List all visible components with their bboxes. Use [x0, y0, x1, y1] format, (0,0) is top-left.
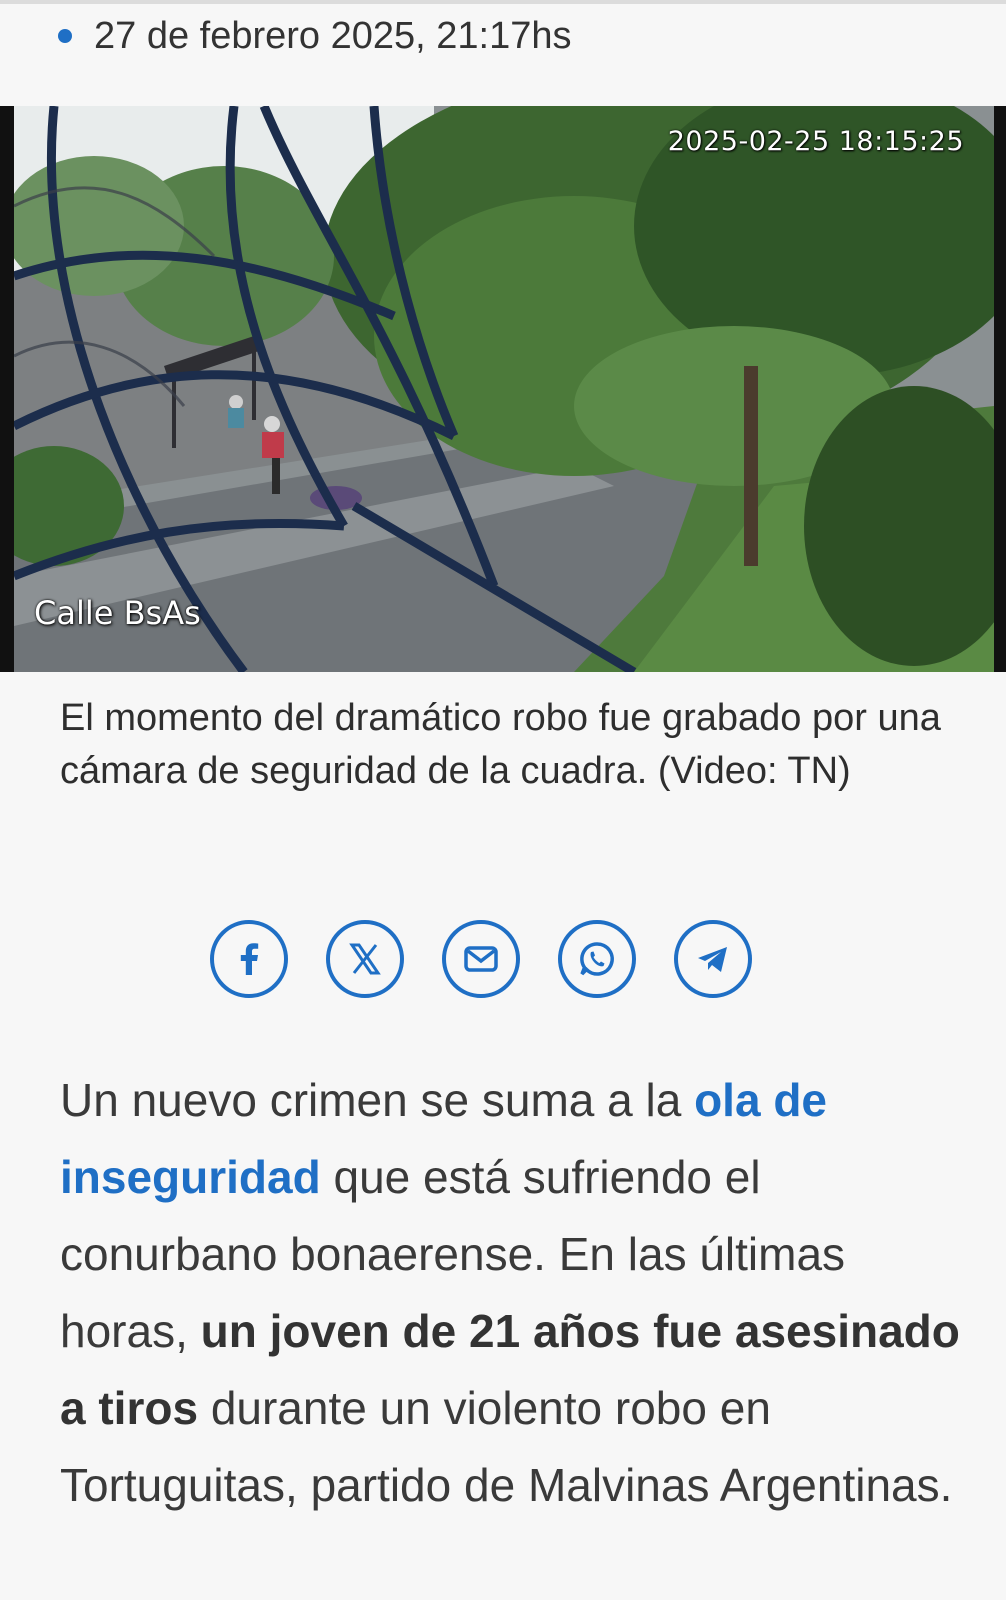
share-bar [210, 920, 752, 998]
bullet-icon [58, 29, 72, 43]
share-x-button[interactable] [326, 920, 404, 998]
publish-date-row: 27 de febrero 2025, 21:17hs [58, 12, 572, 60]
share-facebook-button[interactable] [210, 920, 288, 998]
publish-date: 27 de febrero 2025, 21:17hs [94, 14, 572, 57]
video-player[interactable]: 2025-02-25 18:15:25 Calle BsAs [0, 106, 1006, 672]
article-paragraph: Un nuevo crimen se suma a la ola de inse… [60, 1062, 960, 1524]
video-frame[interactable] [14, 106, 994, 672]
top-divider [0, 0, 1006, 4]
telegram-icon [698, 947, 727, 972]
facebook-icon [240, 943, 259, 975]
share-whatsapp-button[interactable] [558, 920, 636, 998]
video-timestamp: 2025-02-25 18:15:25 [667, 126, 964, 157]
paragraph-intro: Un nuevo crimen se suma a la [60, 1074, 695, 1126]
share-telegram-button[interactable] [674, 920, 752, 998]
share-email-button[interactable] [442, 920, 520, 998]
x-icon [349, 943, 381, 975]
whatsapp-icon [580, 942, 614, 976]
mail-icon [464, 946, 498, 972]
image-caption: El momento del dramático robo fue grabad… [60, 697, 941, 792]
cctv-scene [14, 106, 994, 672]
video-channel-label: Calle BsAs [34, 594, 201, 632]
